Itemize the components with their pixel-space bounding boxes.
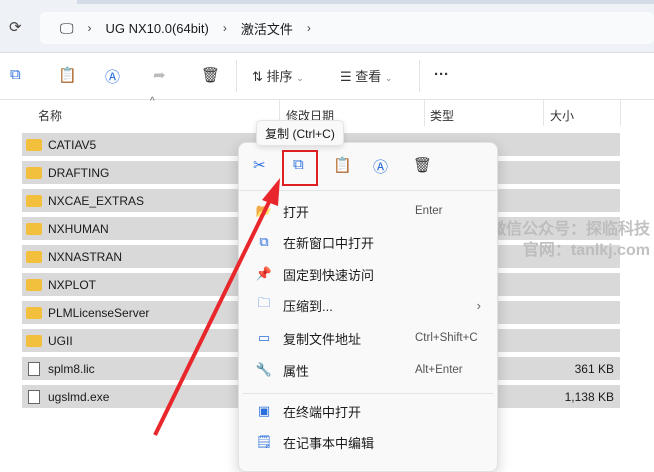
annotation-arrow [153, 178, 280, 436]
